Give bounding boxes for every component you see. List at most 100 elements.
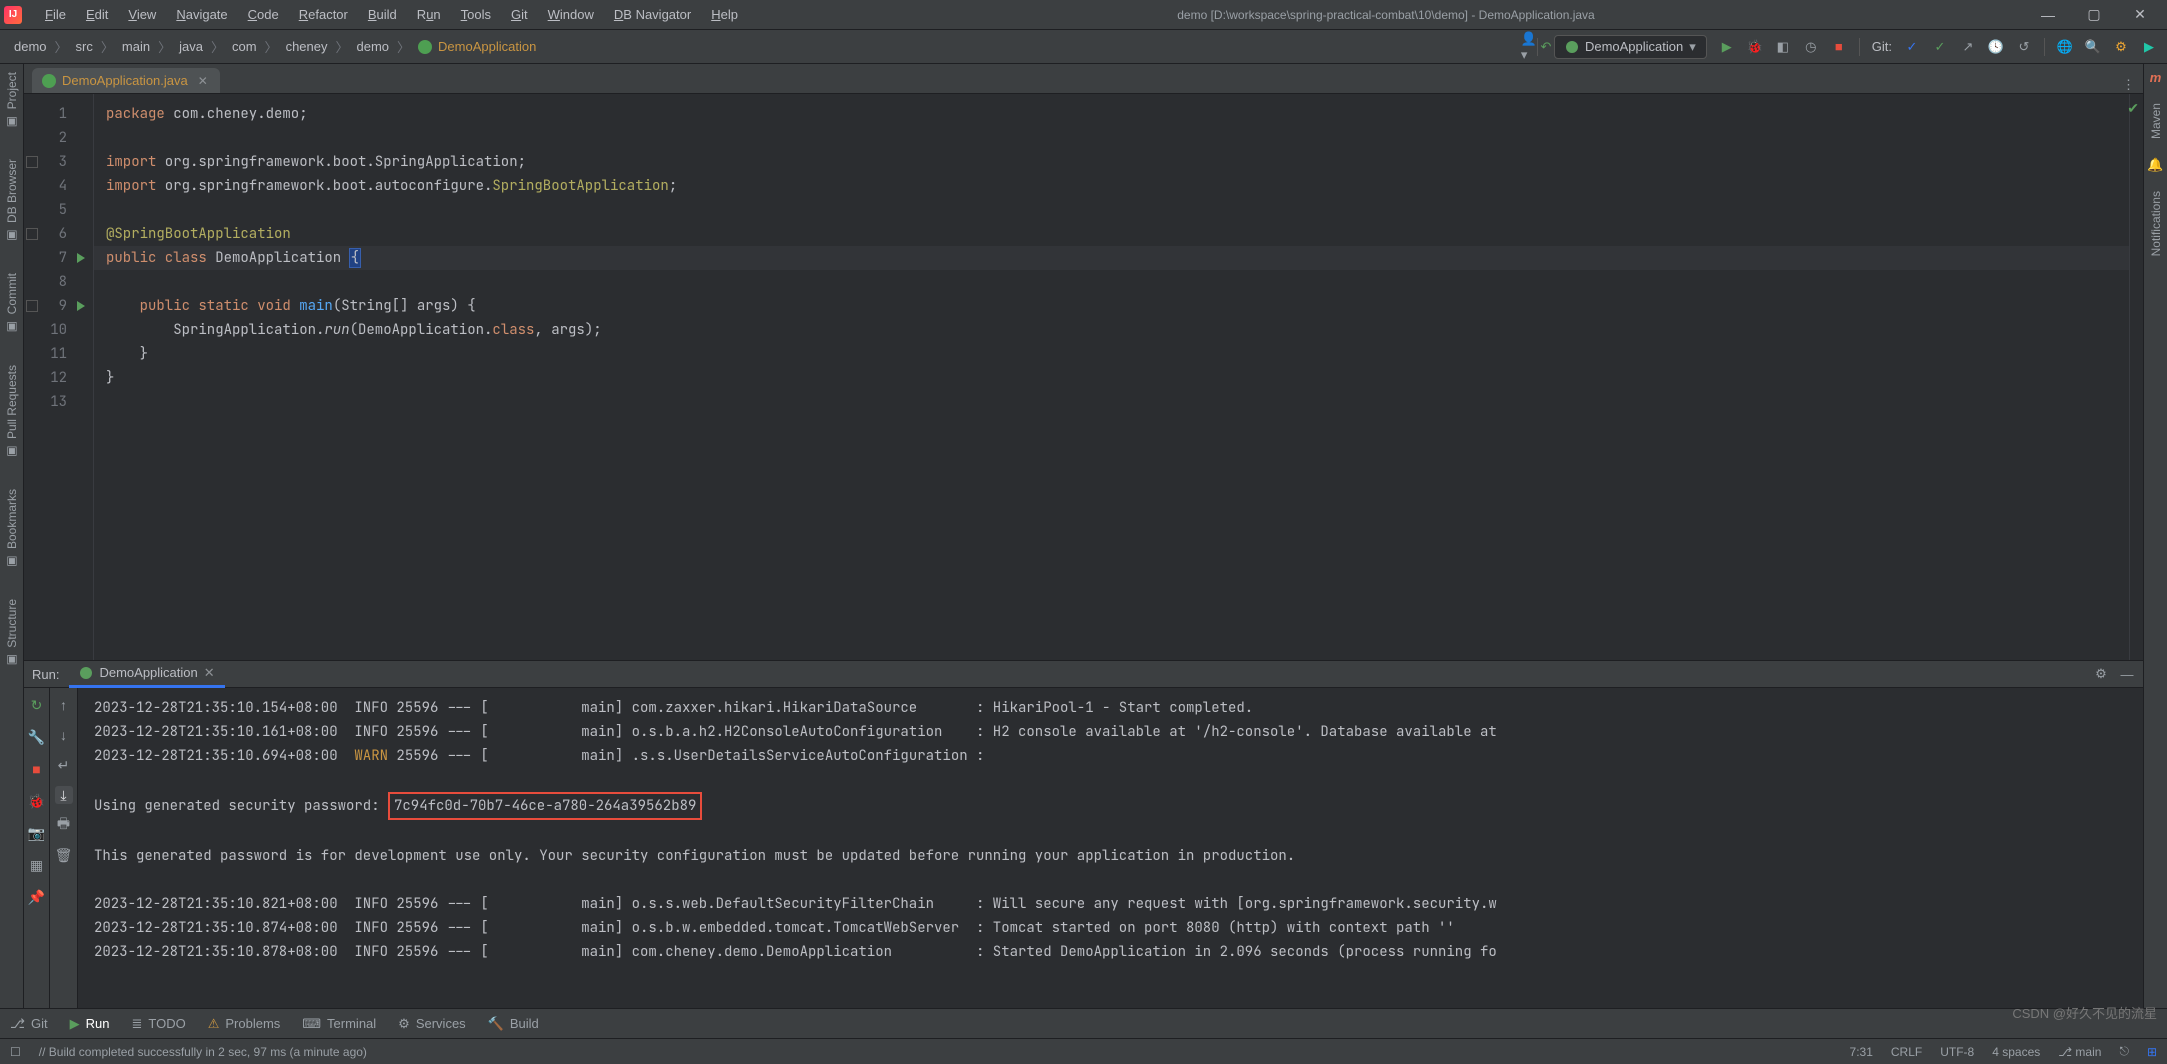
left-tool-structure[interactable]: ▣Structure <box>5 599 19 668</box>
print-icon[interactable]: 🖶 <box>55 816 73 834</box>
bottom-tab-git[interactable]: ⎇Git <box>10 1016 48 1032</box>
menu-navigate[interactable]: Navigate <box>167 3 236 26</box>
git-push-icon[interactable]: ↗ <box>1960 39 1976 55</box>
menu-tools[interactable]: Tools <box>452 3 500 26</box>
menu-help[interactable]: Help <box>702 3 747 26</box>
line-number[interactable]: 13 <box>24 390 87 414</box>
line-number[interactable]: 8 <box>24 270 87 294</box>
close-run-tab-icon[interactable]: ✕ <box>204 665 215 681</box>
code-line[interactable]: } <box>106 366 2129 390</box>
console-output[interactable]: 2023-12-28T21:35:10.154+08:00 INFO 25596… <box>78 688 2143 1008</box>
bottom-tab-run[interactable]: ▶Run <box>70 1016 110 1032</box>
indent-setting[interactable]: 4 spaces <box>1992 1045 2040 1059</box>
left-tool-commit[interactable]: ▣Commit <box>5 273 19 334</box>
line-number[interactable]: 1 <box>24 102 87 126</box>
m-maven-icon[interactable]: m <box>2150 70 2162 85</box>
line-number[interactable]: 2 <box>24 126 87 150</box>
git-commit-icon[interactable]: ✓ <box>1932 39 1948 55</box>
menu-file[interactable]: File <box>36 3 75 26</box>
tab-menu-icon[interactable]: ⋮ <box>2122 77 2135 93</box>
menu-run[interactable]: Run <box>408 3 450 26</box>
profile-button[interactable]: ◷ <box>1803 39 1819 55</box>
line-number[interactable]: 5 <box>24 198 87 222</box>
rerun-button[interactable]: ↻ <box>28 696 46 714</box>
code-line[interactable]: public class DemoApplication { <box>106 246 2129 270</box>
tips-icon[interactable]: ☐ <box>10 1045 21 1059</box>
run-config-selector[interactable]: DemoApplication ▾ <box>1554 35 1707 59</box>
tool-settings-icon[interactable]: ⚙ <box>2093 666 2109 682</box>
close-button[interactable]: ✕ <box>2117 0 2163 30</box>
breadcrumb-item[interactable]: DemoApplication <box>414 37 540 57</box>
lock-icon[interactable]: ⎋ <box>2119 1044 2129 1059</box>
bottom-tab-services[interactable]: ⚙Services <box>398 1016 466 1032</box>
menu-edit[interactable]: Edit <box>77 3 117 26</box>
line-separator[interactable]: CRLF <box>1891 1045 1922 1059</box>
tool-hide-icon[interactable]: ― <box>2119 666 2135 682</box>
bottom-tab-todo[interactable]: ≣TODO <box>131 1016 185 1032</box>
line-number[interactable]: 4 <box>24 174 87 198</box>
line-number[interactable]: 3 <box>24 150 87 174</box>
breadcrumb-item[interactable]: com <box>228 37 261 56</box>
left-tool-db-browser[interactable]: ▣DB Browser <box>5 159 19 243</box>
line-number[interactable]: 12 <box>24 366 87 390</box>
bell-icon[interactable]: 🔔 <box>2147 157 2163 173</box>
editor-error-stripe[interactable] <box>2129 94 2143 660</box>
git-update-icon[interactable]: ✓ <box>1904 39 1920 55</box>
code-area[interactable]: package com.cheney.demo; import org.spri… <box>94 94 2129 660</box>
tool-wrench-icon[interactable]: 🔧 <box>28 728 46 746</box>
inspection-ok-icon[interactable]: ✔ <box>2127 100 2139 117</box>
pin-icon[interactable]: 📌 <box>28 888 46 906</box>
menu-window[interactable]: Window <box>539 3 603 26</box>
clear-icon[interactable]: 🗑 <box>55 846 73 864</box>
coverage-button[interactable]: ◧ <box>1775 39 1791 55</box>
line-number[interactable]: 10 <box>24 318 87 342</box>
bottom-tab-terminal[interactable]: ⌨Terminal <box>302 1016 376 1032</box>
editor-tab-active[interactable]: DemoApplication.java ✕ <box>32 68 220 93</box>
scroll-to-end-icon[interactable]: ⤓ <box>55 786 73 804</box>
bottom-tab-build[interactable]: 🔨Build <box>488 1016 539 1032</box>
debug-run-icon[interactable]: 🐞 <box>28 792 46 810</box>
camera-icon[interactable]: 📷 <box>28 824 46 842</box>
code-line[interactable] <box>106 270 2129 294</box>
minimize-button[interactable]: ― <box>2025 0 2071 30</box>
code-editor[interactable]: 12345678910111213 package com.cheney.dem… <box>24 94 2143 660</box>
git-rollback-icon[interactable]: ↺ <box>2016 39 2032 55</box>
breadcrumb-item[interactable]: src <box>72 37 97 56</box>
code-line[interactable]: package com.cheney.demo; <box>106 102 2129 126</box>
code-line[interactable]: public static void main(String[] args) { <box>106 294 2129 318</box>
breadcrumb-item[interactable]: demo <box>10 37 51 56</box>
run-button[interactable]: ▶ <box>1719 39 1735 55</box>
menu-db-navigator[interactable]: DB Navigator <box>605 3 700 26</box>
scroll-up-icon[interactable]: ↑ <box>55 696 73 714</box>
left-tool-bookmarks[interactable]: ▣Bookmarks <box>5 489 19 569</box>
code-line[interactable]: import org.springframework.boot.autoconf… <box>106 174 2129 198</box>
code-line[interactable] <box>106 126 2129 150</box>
menu-refactor[interactable]: Refactor <box>290 3 357 26</box>
breadcrumb-item[interactable]: demo <box>353 37 394 56</box>
menu-view[interactable]: View <box>119 3 165 26</box>
file-encoding[interactable]: UTF-8 <box>1940 1045 1974 1059</box>
soft-wrap-icon[interactable]: ↵ <box>55 756 73 774</box>
scroll-down-icon[interactable]: ↓ <box>55 726 73 744</box>
line-number[interactable]: 6 <box>24 222 87 246</box>
git-branch[interactable]: ⎇ main <box>2058 1045 2101 1059</box>
maximize-button[interactable]: ▢ <box>2071 0 2117 30</box>
left-tool-pull-requests[interactable]: ▣Pull Requests <box>5 365 19 459</box>
breadcrumb-item[interactable]: java <box>175 37 207 56</box>
users-icon[interactable]: 👤▾ <box>1521 39 1537 55</box>
code-line[interactable]: import org.springframework.boot.SpringAp… <box>106 150 2129 174</box>
ide-settings-icon[interactable]: ⚙ <box>2113 39 2129 55</box>
translate-icon[interactable]: 🌐 <box>2057 39 2073 55</box>
left-tool-project[interactable]: ▣Project <box>5 72 19 129</box>
git-history-icon[interactable]: 🕓 <box>1988 39 2004 55</box>
run-tool-tab[interactable]: DemoApplication ✕ <box>69 661 224 688</box>
code-line[interactable] <box>106 390 2129 414</box>
run-play-icon[interactable]: ▶ <box>2141 39 2157 55</box>
code-line[interactable]: SpringApplication.run(DemoApplication.cl… <box>106 318 2129 342</box>
search-icon[interactable]: 🔍 <box>2085 39 2101 55</box>
menu-build[interactable]: Build <box>359 3 406 26</box>
line-number[interactable]: 7 <box>24 246 87 270</box>
close-tab-icon[interactable]: ✕ <box>198 74 208 88</box>
code-line[interactable]: @SpringBootApplication <box>106 222 2129 246</box>
layout-icon[interactable]: ▦ <box>28 856 46 874</box>
